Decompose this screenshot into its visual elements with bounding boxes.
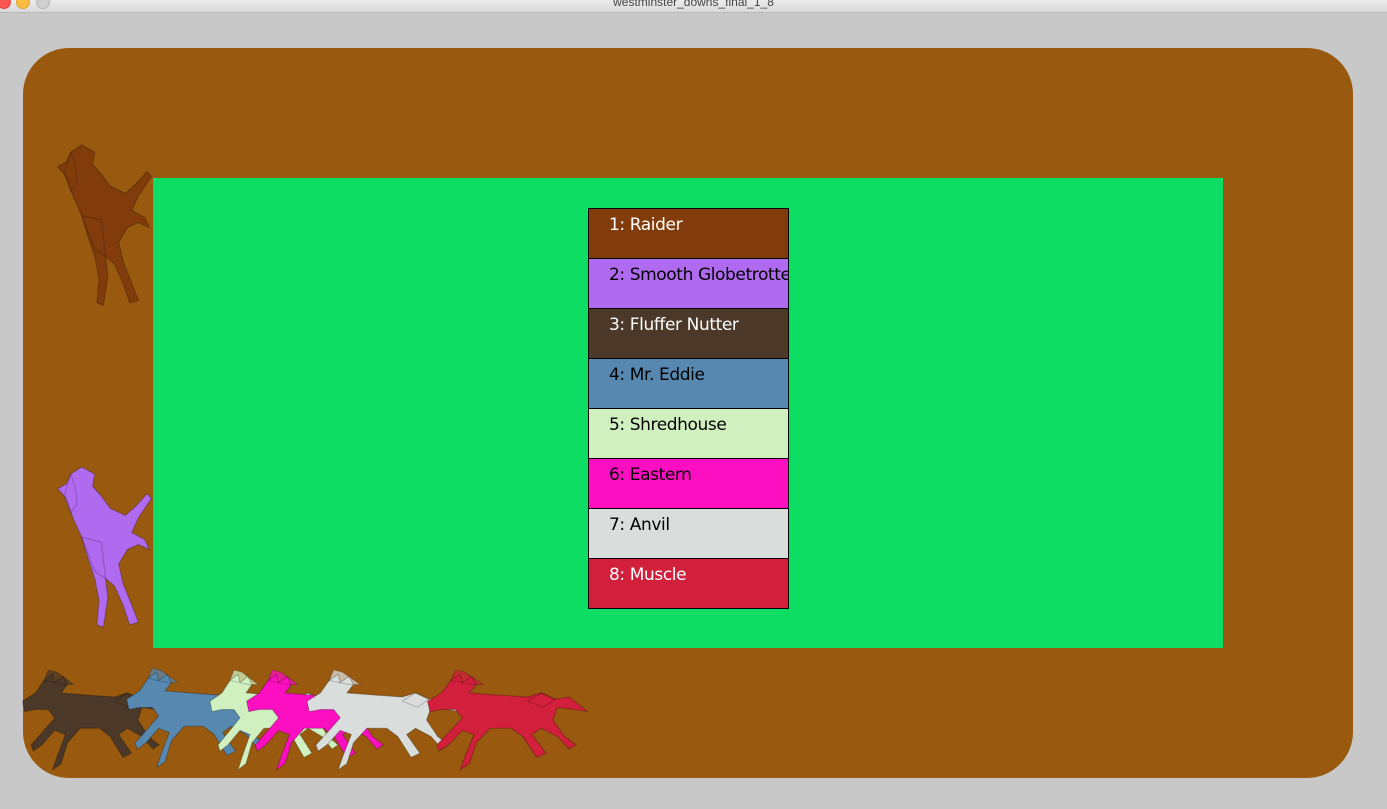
- horse-1-icon: [57, 144, 153, 306]
- window-titlebar: westminster_downs_final_1_8: [0, 0, 1387, 13]
- roster-entry-3: 3: Fluffer Nutter: [588, 309, 789, 359]
- roster-entry-5: 5: Shredhouse: [588, 409, 789, 459]
- roster-entry-1: 1: Raider: [588, 208, 789, 259]
- horse-8-icon: [427, 670, 589, 771]
- roster-entry-8: 8: Muscle: [588, 559, 789, 609]
- roster-entry-2: 2: Smooth Globetrotter: [588, 259, 789, 309]
- roster-entry-4: 4: Mr. Eddie: [588, 359, 789, 409]
- window-title: westminster_downs_final_1_8: [613, 0, 774, 9]
- roster-entry-7: 7: Anvil: [588, 509, 789, 559]
- roster-entry-6: 6: Eastern: [588, 459, 789, 509]
- horse-2-icon: [57, 466, 153, 628]
- horse-roster: 1: Raider 2: Smooth Globetrotter 3: Fluffe…: [588, 208, 789, 609]
